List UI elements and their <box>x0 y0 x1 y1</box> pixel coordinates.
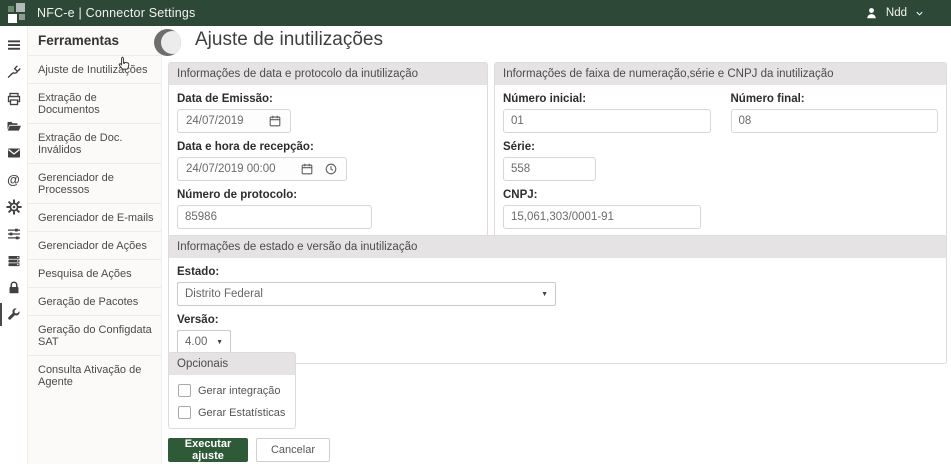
cnpj-label: CNPJ: <box>503 189 938 201</box>
menu-icon <box>6 37 22 53</box>
state-select[interactable]: Distrito Federal ▼ <box>177 282 556 306</box>
panel-number-range: Informações de faixa de numeração,série … <box>494 62 947 239</box>
calendar-icon[interactable] <box>268 114 282 128</box>
final-number-input[interactable] <box>731 109 939 133</box>
sidebar-item-gerenciador-de-processos[interactable]: Gerenciador de Processos <box>28 163 161 203</box>
panel-date-protocol-header: Informações de data e protocolo da inuti… <box>169 63 487 85</box>
logo-square <box>8 6 14 12</box>
option-row: Gerar Estatísticas <box>178 406 287 419</box>
sidebar-header: Ferramentas <box>28 26 161 55</box>
sliders-icon <box>6 226 22 242</box>
generate-statistics-label: Gerar Estatísticas <box>198 407 285 419</box>
protocol-number-input[interactable] <box>177 205 372 229</box>
chevron-down-icon <box>914 8 925 19</box>
series-input[interactable] <box>503 157 596 181</box>
reception-datetime-value: 24/07/2019 00:00 <box>186 163 290 175</box>
logo-square <box>19 14 25 20</box>
sidebar: Ferramentas Ajuste de Inutilizações Extr… <box>28 26 162 464</box>
user-icon <box>864 6 879 21</box>
rail-button-menu[interactable] <box>0 31 28 58</box>
state-label: Estado: <box>177 266 938 278</box>
panel-number-range-header: Informações de faixa de numeração,série … <box>495 63 946 85</box>
panel-options-header: Opcionais <box>169 353 295 375</box>
generate-integration-label: Gerar integração <box>198 385 281 397</box>
hand-cursor-icon <box>116 56 132 73</box>
app-logo-icon <box>8 3 28 23</box>
folder-open-icon <box>6 118 22 134</box>
rail-button-plug[interactable] <box>0 58 28 85</box>
sidebar-item-extracao-de-documentos[interactable]: Extração de Documentos <box>28 83 161 123</box>
sidebar-item-geracao-de-pacotes[interactable]: Geração de Pacotes <box>28 287 161 315</box>
reception-datetime-label: Data e hora de recepção: <box>177 141 479 153</box>
page-title: Ajuste de inutilizações <box>195 29 383 51</box>
rail-button-lock[interactable] <box>0 274 28 301</box>
sidebar-item-consulta-ativacao-de-agente[interactable]: Consulta Ativação de Agente <box>28 355 161 395</box>
wrench-icon <box>6 307 22 323</box>
panel-state-version: Informações de estado e versão da inutil… <box>168 235 947 364</box>
topbar: NFC-e | Connector Settings Ndd <box>0 0 951 26</box>
cnpj-input[interactable] <box>503 205 701 229</box>
state-select-value: Distrito Federal <box>185 288 263 300</box>
option-row: Gerar integração <box>178 384 287 397</box>
lock-icon <box>6 280 22 296</box>
rail-button-server[interactable] <box>0 247 28 274</box>
sidebar-item-geracao-do-configdata-sat[interactable]: Geração do Configdata SAT <box>28 315 161 355</box>
clock-icon[interactable] <box>324 162 338 176</box>
rail-button-printer[interactable] <box>0 85 28 112</box>
panel-date-protocol: Informações de data e protocolo da inuti… <box>168 62 488 239</box>
cancel-button[interactable]: Cancelar <box>256 438 330 462</box>
logo-square <box>16 3 25 12</box>
rail-button-sliders[interactable] <box>0 220 28 247</box>
icon-rail: @ <box>0 26 28 464</box>
sidebar-item-gerenciador-de-acoes[interactable]: Gerenciador de Ações <box>28 231 161 259</box>
reception-datetime-input[interactable]: 24/07/2019 00:00 <box>177 157 347 181</box>
initial-number-input[interactable] <box>503 109 711 133</box>
execute-adjust-button[interactable]: Executar ajuste <box>168 438 248 462</box>
final-number-label: Número final: <box>731 93 939 105</box>
version-select-value: 4.00 <box>185 336 207 348</box>
envelope-icon <box>6 145 22 161</box>
main-content: Ajuste de inutilizações Informações de d… <box>162 26 951 464</box>
at-sign-icon: @ <box>7 173 20 186</box>
page-title-icon <box>154 29 181 56</box>
protocol-number-label: Número de protocolo: <box>177 189 479 201</box>
sidebar-item-extracao-de-doc-invalidos[interactable]: Extração de Doc. Inválidos <box>28 123 161 163</box>
calendar-icon[interactable] <box>300 162 314 176</box>
rail-button-settings[interactable] <box>0 193 28 220</box>
printer-icon <box>6 91 22 107</box>
rail-button-mail[interactable] <box>0 139 28 166</box>
logo-square <box>8 14 17 23</box>
emission-date-value: 24/07/2019 <box>186 115 258 127</box>
panel-options: Opcionais Gerar integração Gerar Estatís… <box>168 352 296 429</box>
sidebar-item-ajuste-de-inutilizacoes[interactable]: Ajuste de Inutilizações <box>28 55 161 83</box>
plug-icon <box>6 64 22 80</box>
rail-button-at[interactable]: @ <box>0 166 28 193</box>
emission-date-label: Data de Emissão: <box>177 93 479 105</box>
select-arrow-icon: ▼ <box>541 291 548 298</box>
server-icon <box>6 253 22 269</box>
generate-integration-checkbox[interactable] <box>178 384 191 397</box>
version-label: Versão: <box>177 314 938 326</box>
app-title: NFC-e | Connector Settings <box>37 6 196 20</box>
emission-date-input[interactable]: 24/07/2019 <box>177 109 291 133</box>
series-label: Série: <box>503 141 938 153</box>
gear-icon <box>6 199 22 215</box>
sidebar-item-gerenciador-de-emails[interactable]: Gerenciador de E-mails <box>28 203 161 231</box>
rail-button-tools[interactable] <box>0 301 28 328</box>
select-arrow-icon: ▼ <box>216 339 223 346</box>
sidebar-item-pesquisa-de-acoes[interactable]: Pesquisa de Ações <box>28 259 161 287</box>
rail-button-folder[interactable] <box>0 112 28 139</box>
user-menu[interactable]: Ndd <box>864 6 925 21</box>
user-name: Ndd <box>886 7 907 19</box>
initial-number-label: Número inicial: <box>503 93 711 105</box>
panel-state-version-header: Informações de estado e versão da inutil… <box>169 236 946 258</box>
generate-statistics-checkbox[interactable] <box>178 406 191 419</box>
version-select[interactable]: 4.00 ▼ <box>177 330 231 354</box>
